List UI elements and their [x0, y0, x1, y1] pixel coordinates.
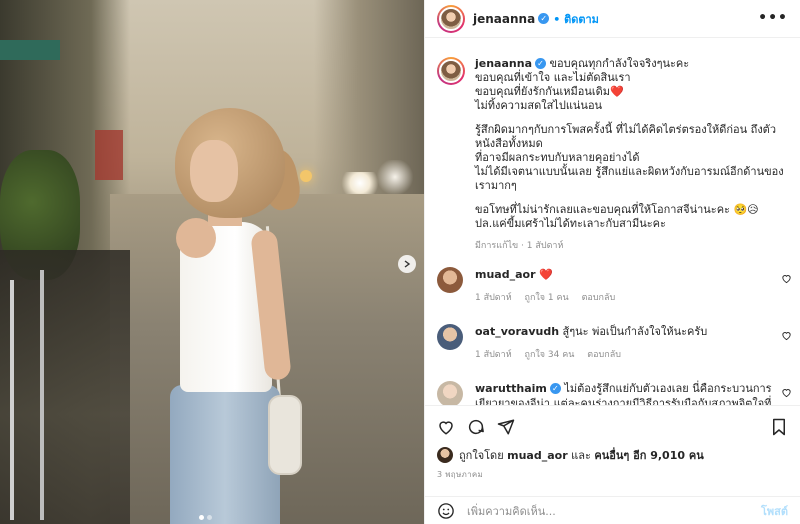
comment-text: ❤️ [539, 268, 553, 281]
comment-item: warutthaim ✓ ไม่ต้องรู้สึกแย่กับตัวเองเลย… [425, 381, 800, 405]
photo-sign-green [0, 40, 60, 60]
more-options-icon[interactable]: ••• [758, 10, 788, 26]
photo-rail [10, 280, 14, 520]
reply-button[interactable]: ตอบกลับ [587, 350, 621, 360]
photo-woman-face [190, 140, 238, 202]
comments-scroll[interactable]: jenaanna ✓ ขอบคุณทุกกำลังใจจริงๆนะคะ ขอบค… [425, 39, 800, 405]
post-header: jenaanna ✓ • ติดตาม ••• [425, 0, 800, 38]
caption-line: ไม่ทิ้งความสดใสไปแน่นอน [475, 99, 603, 112]
verified-icon: ✓ [549, 383, 561, 394]
bookmark-icon[interactable] [770, 418, 788, 436]
photo-street-lamp [300, 170, 312, 182]
avatar[interactable] [437, 381, 463, 405]
likes-user[interactable]: muad_aor [507, 449, 568, 462]
likes-prefix: ถูกใจโดย [459, 449, 504, 462]
photo-woman-jeans [170, 385, 280, 524]
photo-car-light [375, 160, 415, 194]
heart-icon[interactable] [437, 418, 455, 436]
comment-username[interactable]: muad_aor [475, 268, 536, 281]
caption-line: ขอบคุณทุกกำลังใจจริงๆนะคะ [549, 57, 690, 70]
photo-sign-red [95, 130, 123, 180]
comment-time[interactable]: 1 สัปดาห์ [475, 293, 512, 303]
caption-line: ที่อาจมีผลกระทบกับหลายคุอย่างได้ [475, 151, 640, 164]
emoji-icon[interactable] [437, 502, 455, 520]
caption-line: ปล.แค่ขี้มเศร้าไม่ได้ทะเลาะกับสามีนะคะ [475, 217, 666, 230]
likes-middle: และ [571, 449, 591, 462]
post-photo[interactable] [0, 0, 424, 524]
likes-summary[interactable]: ถูกใจโดย muad_aor และ คนอื่นๆ อีก 9,010 … [437, 446, 704, 464]
avatar[interactable] [437, 267, 463, 293]
comment-composer: เพิ่มความคิดเห็น... โพสต์ [425, 496, 800, 524]
photo-motorbikes [0, 250, 130, 524]
avatar[interactable] [437, 324, 463, 350]
carousel-dot [207, 515, 212, 520]
author-username[interactable]: jenaanna [473, 12, 535, 26]
comment-text: สู้ๆนะ พ่อเป็นกำลังใจให้นะครับ [562, 325, 708, 338]
post-caption: jenaanna ✓ ขอบคุณทุกกำลังใจจริงๆนะคะ ขอบค… [425, 39, 800, 253]
comment-item: muad_aor ❤️ 1 สัปดาห์ ถูกใจ 1 คน ตอบกลับ [425, 267, 800, 306]
caption-meta: มีการแก้ไข · 1 สัปดาห์ [475, 241, 564, 251]
post-side-pane: jenaanna ✓ • ติดตาม ••• jenaanna ✓ ขอบคุณ… [424, 0, 800, 524]
comment-time[interactable]: 1 สัปดาห์ [475, 350, 512, 360]
post-date[interactable]: 3 พฤษภาคม [437, 468, 483, 481]
caption-author[interactable]: jenaanna [475, 57, 532, 70]
avatar[interactable] [437, 57, 465, 85]
carousel-dot [199, 515, 204, 520]
chevron-right-icon[interactable] [398, 255, 416, 273]
avatar [437, 447, 453, 463]
action-bar [425, 405, 800, 443]
follow-label: ติดตาม [564, 12, 599, 26]
photo-rail [40, 270, 44, 520]
verified-icon: ✓ [535, 58, 546, 69]
caption-line: ขอบคุณที่เข้าใจ และไม่ตัดสินเรา [475, 71, 631, 84]
caption-line: ไม่ได้มีเจตนาแบบนั้นเลย รู้สึกแย่และผิดห… [475, 165, 784, 192]
comment-likes[interactable]: ถูกใจ 34 คน [525, 350, 575, 360]
comment-likes[interactable]: ถูกใจ 1 คน [525, 293, 569, 303]
comment-input[interactable]: เพิ่มความคิดเห็น... [467, 502, 761, 520]
avatar[interactable] [437, 4, 465, 33]
reply-button[interactable]: ตอบกลับ [582, 293, 616, 303]
follow-button[interactable]: • ติดตาม [553, 10, 599, 28]
share-icon[interactable] [497, 418, 515, 436]
comment-username[interactable]: oat_voravudh [475, 325, 559, 338]
caption-line: ขอบคุณที่ยังรักกันเหมือนเดิม❤️ [475, 85, 624, 98]
carousel-dots [199, 515, 212, 520]
heart-icon[interactable] [781, 330, 792, 344]
comment-username[interactable]: warutthaim [475, 382, 547, 395]
likes-others[interactable]: คนอื่นๆ อีก 9,010 คน [594, 446, 703, 464]
post-comment-button[interactable]: โพสต์ [761, 502, 788, 520]
comment-item: oat_voravudh สู้ๆนะ พ่อเป็นกำลังใจให้นะค… [425, 324, 800, 363]
heart-icon[interactable] [781, 387, 792, 401]
caption-line: ขอโทษที่ไม่น่ารักเลยและขอบคุณที่ให้โอกาส… [475, 203, 759, 216]
caption-line: รู้สึกผิดมากๆกับการโพสครั้งนี้ ที่ไม่ได้… [475, 123, 777, 150]
verified-icon: ✓ [538, 13, 550, 24]
heart-icon[interactable] [781, 273, 792, 287]
comment-icon[interactable] [467, 418, 485, 436]
photo-woman-bag [268, 395, 302, 475]
